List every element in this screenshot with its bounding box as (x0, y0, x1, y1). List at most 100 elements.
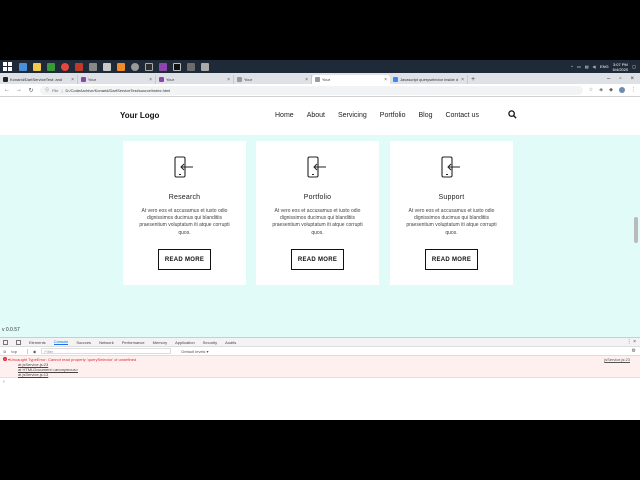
network-icon[interactable]: ▤ (585, 64, 589, 69)
browser-tab[interactable]: Your × (156, 75, 234, 84)
tab-performance[interactable]: Performance (122, 340, 145, 345)
service-card-support: Support At vero eos et accusamus et iust… (390, 141, 513, 285)
error-icon: × (3, 357, 7, 361)
bookmark-star-icon[interactable]: ☆ (589, 87, 593, 93)
visual-studio-icon[interactable] (159, 62, 167, 71)
tab-network[interactable]: Network (99, 340, 114, 345)
read-more-button[interactable]: READ MORE (158, 249, 211, 270)
devtools-tabs: Elements Console Sources Network Perform… (0, 338, 640, 347)
app-icon[interactable] (47, 62, 55, 71)
vlc-icon[interactable] (117, 62, 125, 71)
tab-application[interactable]: Application (175, 340, 195, 345)
close-icon[interactable]: × (461, 77, 464, 83)
browser-tab[interactable]: Javascript queryselector inside d × (390, 75, 468, 84)
language-indicator[interactable]: ENG (600, 64, 609, 69)
nav-home[interactable]: Home (275, 112, 294, 119)
search-icon[interactable] (508, 110, 517, 119)
notifications-icon[interactable]: ▢ (632, 64, 636, 69)
devtools-menu-icon[interactable]: ⋮ × (627, 339, 640, 345)
app-icon[interactable] (201, 62, 209, 71)
card-title: Research (168, 194, 201, 201)
stack-link[interactable]: at jsService.js:13 (18, 372, 48, 377)
new-tab-button[interactable]: + (468, 75, 478, 84)
nav-blog[interactable]: Blog (418, 112, 432, 119)
browser-tab[interactable]: Your × (78, 75, 156, 84)
error-source-link[interactable]: jsService.js:23 (604, 357, 630, 362)
devtools-panel: Elements Console Sources Network Perform… (0, 337, 640, 420)
chrome-icon[interactable] (61, 62, 69, 71)
inspect-icon[interactable] (3, 339, 8, 345)
log-levels-select[interactable]: Default levels ▾ (181, 349, 208, 354)
app-icon[interactable] (131, 62, 139, 71)
clock[interactable]: 3:07 PM 6/4/2020 (613, 62, 629, 72)
site-logo[interactable]: Your Logo (120, 111, 159, 120)
page-scrollbar[interactable] (634, 217, 638, 243)
maximize-icon[interactable]: ▫ (619, 75, 621, 84)
app-icon[interactable] (145, 62, 153, 71)
tab-memory[interactable]: Memory (153, 340, 167, 345)
brave-icon[interactable] (75, 62, 83, 71)
browser-tab-strip: Konarid/DartServiceTest: and × Your × Your… (0, 73, 640, 84)
close-icon[interactable]: × (71, 77, 74, 83)
google-icon (393, 77, 398, 82)
nav-servicing[interactable]: Servicing (338, 112, 367, 119)
extension-icon[interactable]: ◈ (599, 87, 603, 93)
browser-tab[interactable]: Konarid/DartServiceTest: and × (0, 75, 78, 84)
minimize-icon[interactable]: – (607, 75, 610, 84)
close-icon[interactable]: × (227, 77, 230, 83)
read-more-button[interactable]: READ MORE (425, 249, 478, 270)
battery-icon[interactable]: ▭ (577, 64, 581, 69)
url-text: D:/CodeArchive/Konarid/DartServiceTest/s… (65, 87, 171, 93)
app-icon[interactable] (187, 62, 195, 71)
nav-portfolio[interactable]: Portfolio (380, 112, 406, 119)
browser-tab[interactable]: Your × (234, 75, 312, 84)
terminal-icon[interactable] (173, 62, 181, 71)
tab-console[interactable]: Console (53, 339, 69, 345)
gear-icon[interactable]: ⚙ (632, 348, 640, 354)
file-explorer-icon[interactable] (33, 62, 41, 71)
tray-arrow-icon[interactable]: ^ (571, 64, 573, 69)
close-window-icon[interactable]: × (630, 75, 634, 84)
close-icon[interactable]: × (305, 77, 308, 83)
reload-icon[interactable]: ↻ (28, 87, 34, 94)
console-error-message: × ▾Uncaught TypeError: Cannot read prope… (0, 356, 640, 378)
calculator-icon[interactable] (103, 62, 111, 71)
nav-about[interactable]: About (307, 112, 325, 119)
browser-tab-active[interactable]: Your × (312, 75, 390, 84)
close-icon[interactable]: × (384, 77, 387, 83)
settings-icon[interactable] (89, 62, 97, 71)
console-filter-input[interactable]: Filter (41, 348, 172, 354)
metamask-icon[interactable]: ◆ (609, 87, 613, 93)
address-toolbar: ← → ↻ ⓘ File | D:/CodeArchive/Konarid/Da… (0, 84, 640, 97)
device-toolbar-icon[interactable] (16, 339, 21, 345)
card-title: Support (438, 194, 465, 201)
card-body: At vero eos et accusamus et iusto odio d… (406, 208, 497, 236)
tab-elements[interactable]: Elements (29, 340, 46, 345)
clear-console-icon[interactable]: ⊘ (3, 349, 6, 354)
system-tray: ^ ▭ ▤ ◂) ENG 3:07 PM 6/4/2020 ▢ (571, 62, 640, 72)
separator: | (61, 87, 63, 93)
close-icon[interactable]: × (149, 77, 152, 83)
clock-date: 6/4/2020 (612, 66, 629, 72)
read-more-button[interactable]: READ MORE (291, 249, 344, 270)
windows-start-icon[interactable] (3, 62, 12, 71)
eye-icon[interactable]: ◉ (33, 349, 37, 354)
tab-audits[interactable]: Audits (225, 340, 236, 345)
taskview-icon[interactable] (19, 62, 27, 71)
profile-avatar[interactable] (619, 87, 625, 93)
info-icon[interactable]: ⓘ (45, 87, 49, 93)
card-body: At vero eos et accusamus et iusto odio d… (139, 208, 230, 236)
volume-icon[interactable]: ◂) (593, 64, 596, 69)
menu-icon[interactable]: ⋮ (631, 87, 636, 93)
address-bar[interactable]: ⓘ File | D:/CodeArchive/Konarid/DartServ… (40, 85, 583, 95)
console-prompt[interactable]: › (0, 379, 640, 385)
context-select[interactable]: top (11, 348, 28, 354)
site-header: Your Logo Home About Servicing Portfolio… (0, 97, 640, 135)
tab-security[interactable]: Security (203, 340, 217, 345)
back-icon[interactable]: ← (4, 87, 10, 93)
forward-icon[interactable]: → (16, 87, 22, 93)
nav-contact[interactable]: Contact us (445, 112, 478, 119)
page-viewport: Your Logo Home About Servicing Portfolio… (0, 97, 640, 337)
tab-sources[interactable]: Sources (76, 340, 91, 345)
service-card-research: Research At vero eos et accusamus et ius… (123, 141, 246, 285)
